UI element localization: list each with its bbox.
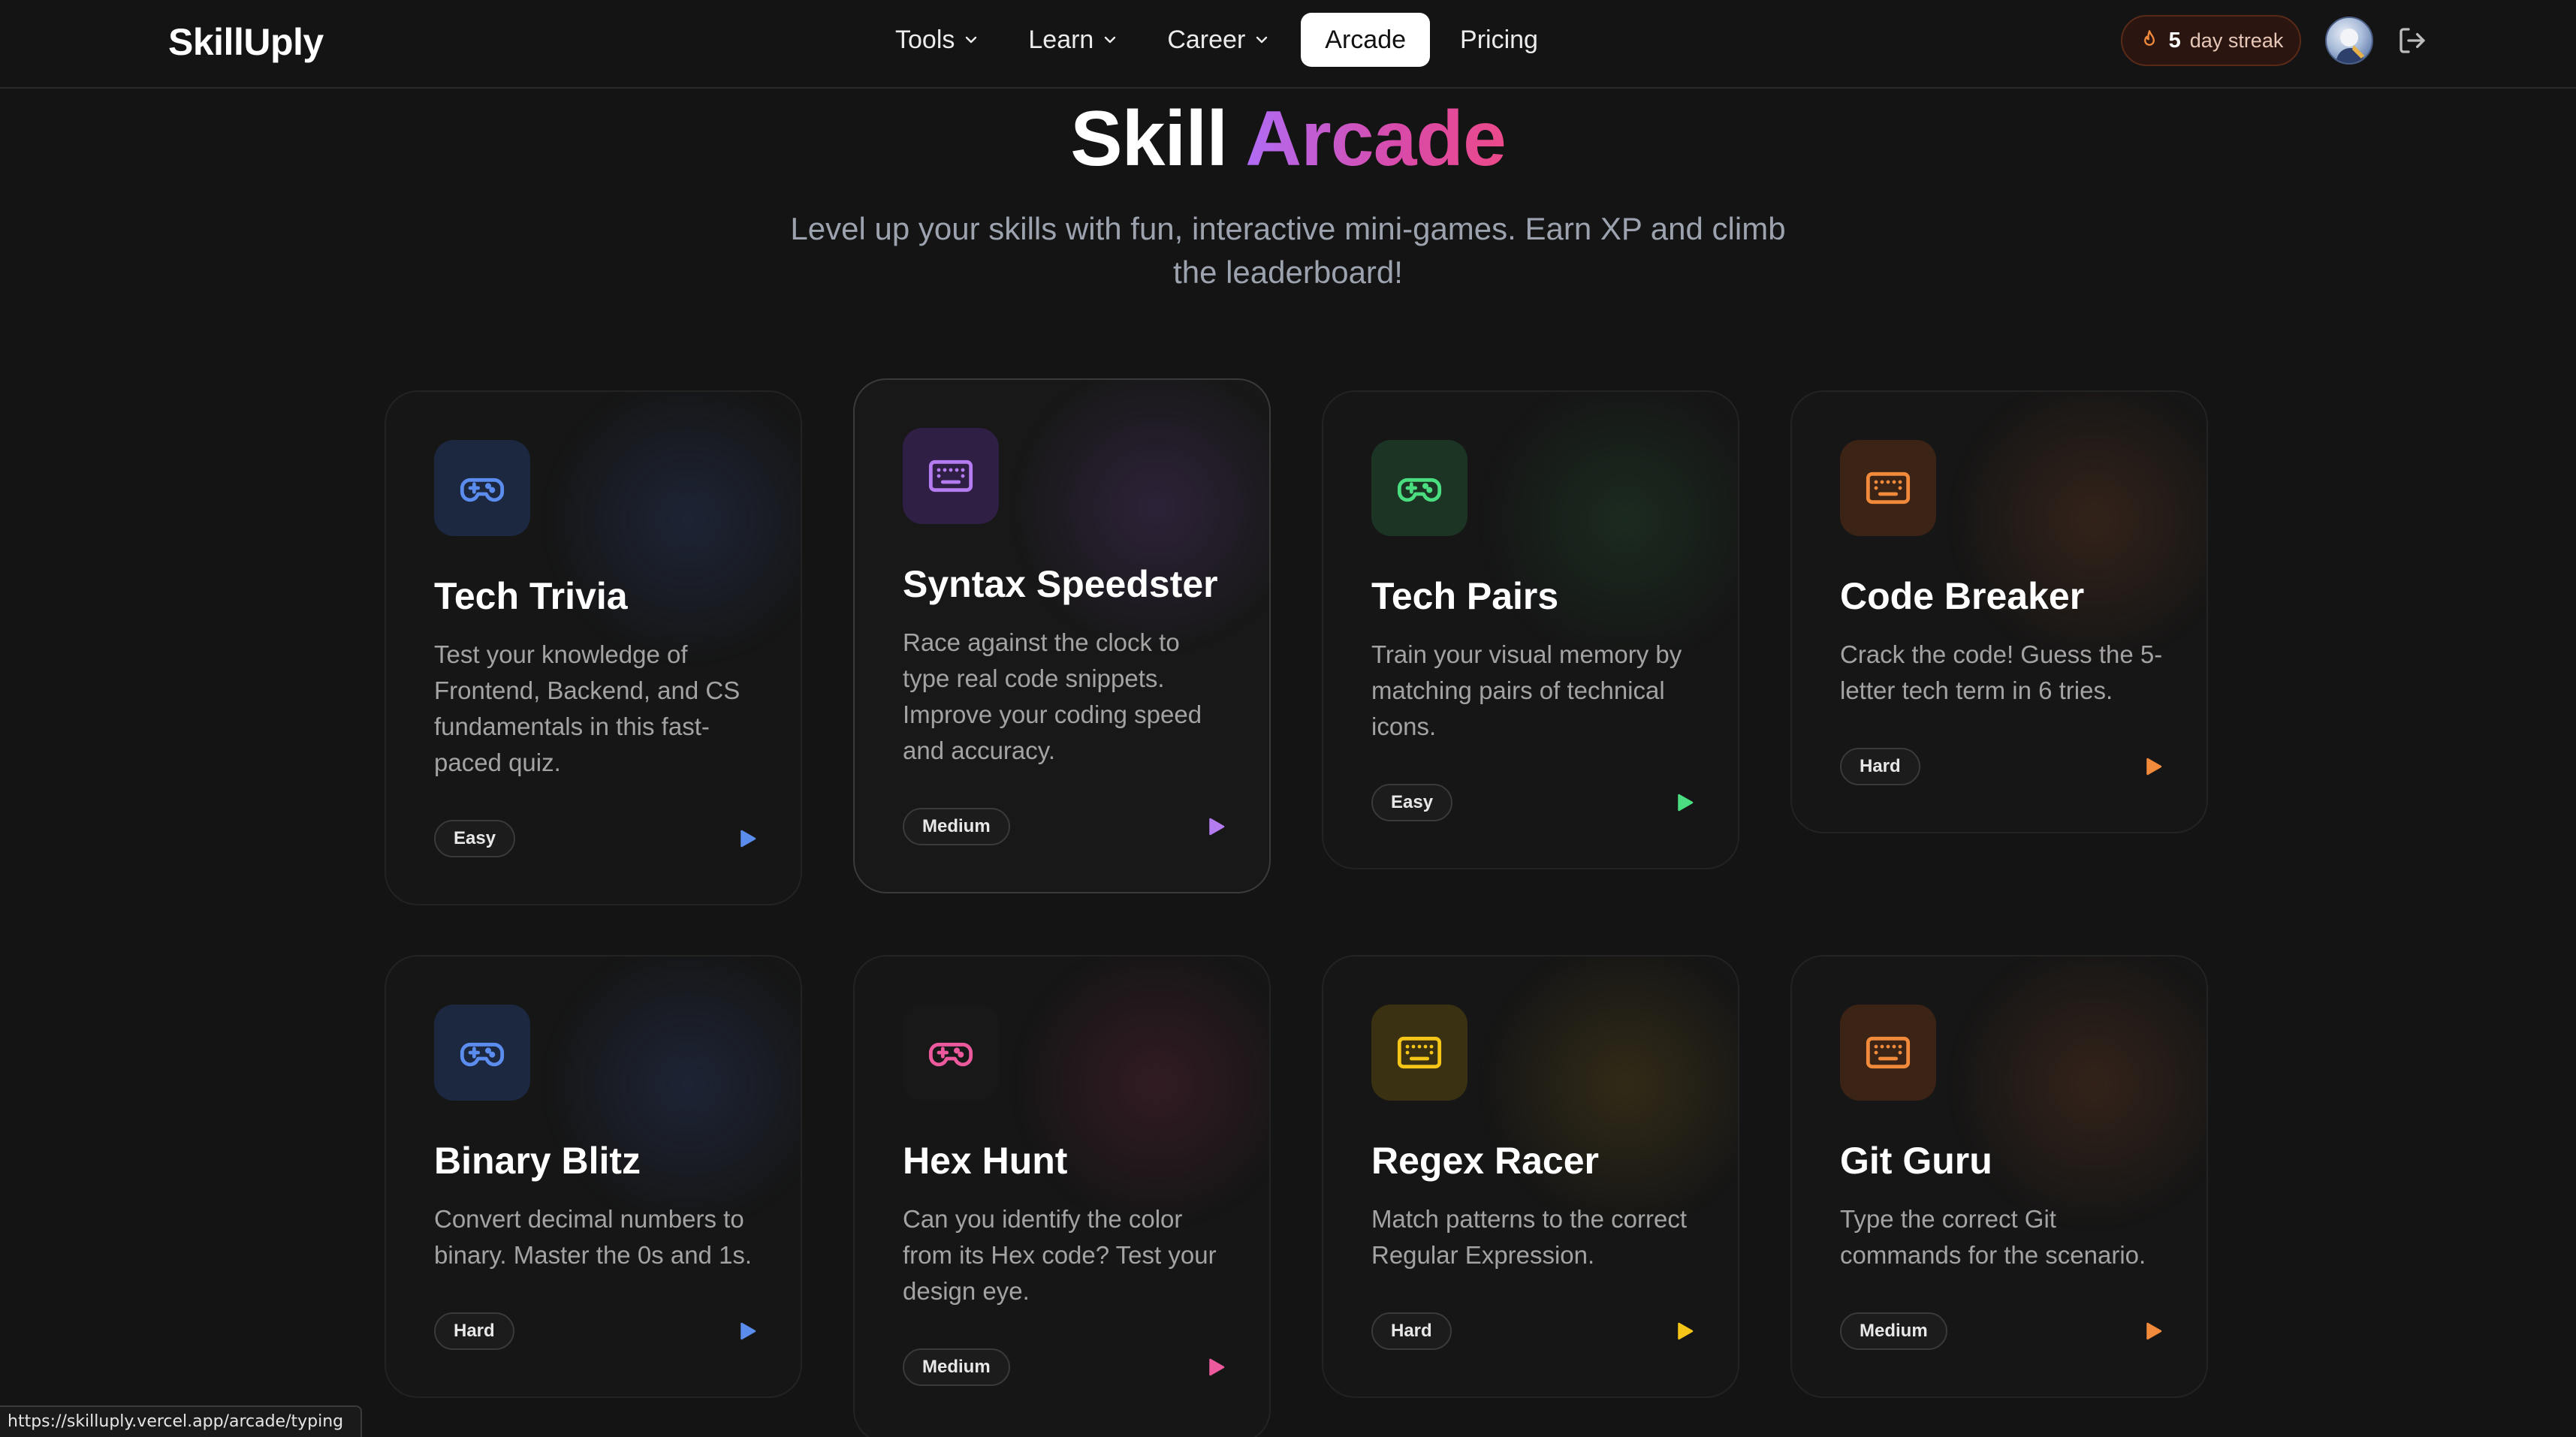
game-card-hex-hunt[interactable]: Hex Hunt Can you identify the color from… [853, 955, 1271, 1437]
streak-badge[interactable]: 5 day streak [2121, 15, 2301, 66]
game-card-git-guru[interactable]: Git Guru Type the correct Git commands f… [1790, 955, 2208, 1398]
play-icon[interactable] [1673, 791, 1696, 814]
card-title: Tech Pairs [1371, 575, 1559, 617]
card-description: Test your knowledge of Frontend, Backend… [434, 640, 741, 776]
card-title: Syntax Speedster [903, 563, 1218, 605]
gamepad-icon [460, 477, 505, 502]
game-card-syntax-speedster[interactable]: Syntax Speedster Race against the clock … [853, 378, 1271, 893]
card-glow [1936, 392, 2206, 677]
card-icon-box [1840, 440, 1936, 536]
nav-learn[interactable]: Learn [1004, 13, 1143, 67]
nav-learn-label: Learn [1028, 25, 1094, 54]
chevron-down-icon [1105, 36, 1116, 44]
card-description: Convert decimal numbers to binary. Maste… [434, 1205, 753, 1269]
play-icon[interactable] [1205, 815, 1227, 838]
card-title: Binary Blitz [434, 1140, 641, 1182]
chevron-down-icon [1256, 36, 1268, 44]
card-title: Git Guru [1840, 1140, 1992, 1182]
keyboard-icon [1866, 471, 1911, 505]
card-description: Type the correct Git commands for the sc… [1840, 1205, 2146, 1269]
card-icon-box [434, 440, 530, 536]
nav-career[interactable]: Career [1143, 13, 1295, 67]
card-description: Match patterns to the correct Regular Ex… [1371, 1205, 1688, 1269]
play-icon[interactable] [736, 1320, 759, 1342]
logout-icon[interactable] [2397, 26, 2427, 56]
game-card-binary-blitz[interactable]: Binary Blitz Convert decimal numbers to … [385, 955, 802, 1398]
card-title: Regex Racer [1371, 1140, 1599, 1182]
nav-tools-label: Tools [895, 25, 955, 54]
keyboard-icon [1397, 1036, 1442, 1069]
play-icon[interactable] [1673, 1320, 1696, 1342]
card-glow [999, 956, 1269, 1242]
card-icon-box [1371, 440, 1467, 536]
card-icon-box [903, 428, 999, 524]
card-title: Hex Hunt [903, 1140, 1068, 1182]
keyboard-icon [928, 459, 973, 493]
play-icon[interactable] [736, 827, 759, 850]
difficulty-badge: Easy [1371, 784, 1453, 821]
gamepad-icon [1397, 477, 1442, 502]
card-glow [1936, 956, 2206, 1242]
nav-tools[interactable]: Tools [871, 13, 1004, 67]
card-icon-box [1840, 1005, 1936, 1101]
navbar: SkillUply Tools Learn Career Arcade Pric… [0, 0, 2576, 89]
status-bar-url: https://skilluply.vercel.app/arcade/typi… [0, 1405, 362, 1437]
brand-logo[interactable]: SkillUply [168, 20, 324, 65]
difficulty-badge: Hard [434, 1312, 514, 1350]
card-title: Tech Trivia [434, 575, 628, 617]
title-word-skill: Skill [1070, 95, 1228, 182]
streak-count: 5 [2168, 28, 2181, 53]
streak-label: day streak [2189, 29, 2284, 52]
avatar-image-icon [2336, 29, 2364, 63]
difficulty-badge: Medium [903, 808, 1010, 845]
difficulty-badge: Medium [903, 1348, 1010, 1386]
card-glow [530, 956, 801, 1242]
nav-pricing-label: Pricing [1460, 25, 1538, 54]
card-icon-box [434, 1005, 530, 1101]
card-description: Race against the clock to type real code… [903, 628, 1202, 764]
flame-icon [2143, 30, 2155, 46]
nav-career-label: Career [1167, 25, 1246, 54]
nav-arcade[interactable]: Arcade [1301, 13, 1431, 67]
card-glow [1467, 956, 1738, 1242]
keyboard-icon [1866, 1036, 1911, 1069]
game-card-code-breaker[interactable]: Code Breaker Crack the code! Guess the 5… [1790, 390, 2208, 833]
page-subtitle: Level up your skills with fun, interacti… [790, 211, 1786, 290]
card-glow [1467, 392, 1738, 677]
play-icon[interactable] [2142, 755, 2164, 778]
play-icon[interactable] [1205, 1356, 1227, 1378]
avatar[interactable] [2325, 17, 2373, 65]
difficulty-badge: Easy [434, 820, 516, 857]
card-glow [999, 380, 1269, 665]
card-description: Train your visual memory by matching pai… [1371, 640, 1682, 740]
play-icon[interactable] [2142, 1320, 2164, 1342]
difficulty-badge: Hard [1371, 1312, 1452, 1350]
card-description: Can you identify the color from its Hex … [903, 1205, 1217, 1305]
card-glow [530, 392, 801, 677]
game-card-tech-pairs[interactable]: Tech Pairs Train your visual memory by m… [1322, 390, 1739, 869]
gamepad-icon [460, 1042, 505, 1067]
card-description: Crack the code! Guess the 5-letter tech … [1840, 640, 2163, 704]
card-title: Code Breaker [1840, 575, 2085, 617]
title-word-arcade: Arcade [1245, 95, 1507, 182]
difficulty-badge: Medium [1840, 1312, 1947, 1350]
main-nav: Tools Learn Career Arcade Pricing [871, 13, 1562, 67]
game-card-tech-trivia[interactable]: Tech Trivia Test your knowledge of Front… [385, 390, 802, 905]
gamepad-icon [928, 1042, 973, 1067]
page-title: Skill Arcade [0, 90, 2576, 188]
difficulty-badge: Hard [1840, 748, 1920, 785]
game-card-regex-racer[interactable]: Regex Racer Match patterns to the correc… [1322, 955, 1739, 1398]
card-icon-box [1371, 1005, 1467, 1101]
chevron-down-icon [966, 36, 977, 44]
card-icon-box [903, 1005, 999, 1101]
nav-arcade-label: Arcade [1325, 25, 1407, 54]
nav-pricing[interactable]: Pricing [1436, 13, 1562, 67]
